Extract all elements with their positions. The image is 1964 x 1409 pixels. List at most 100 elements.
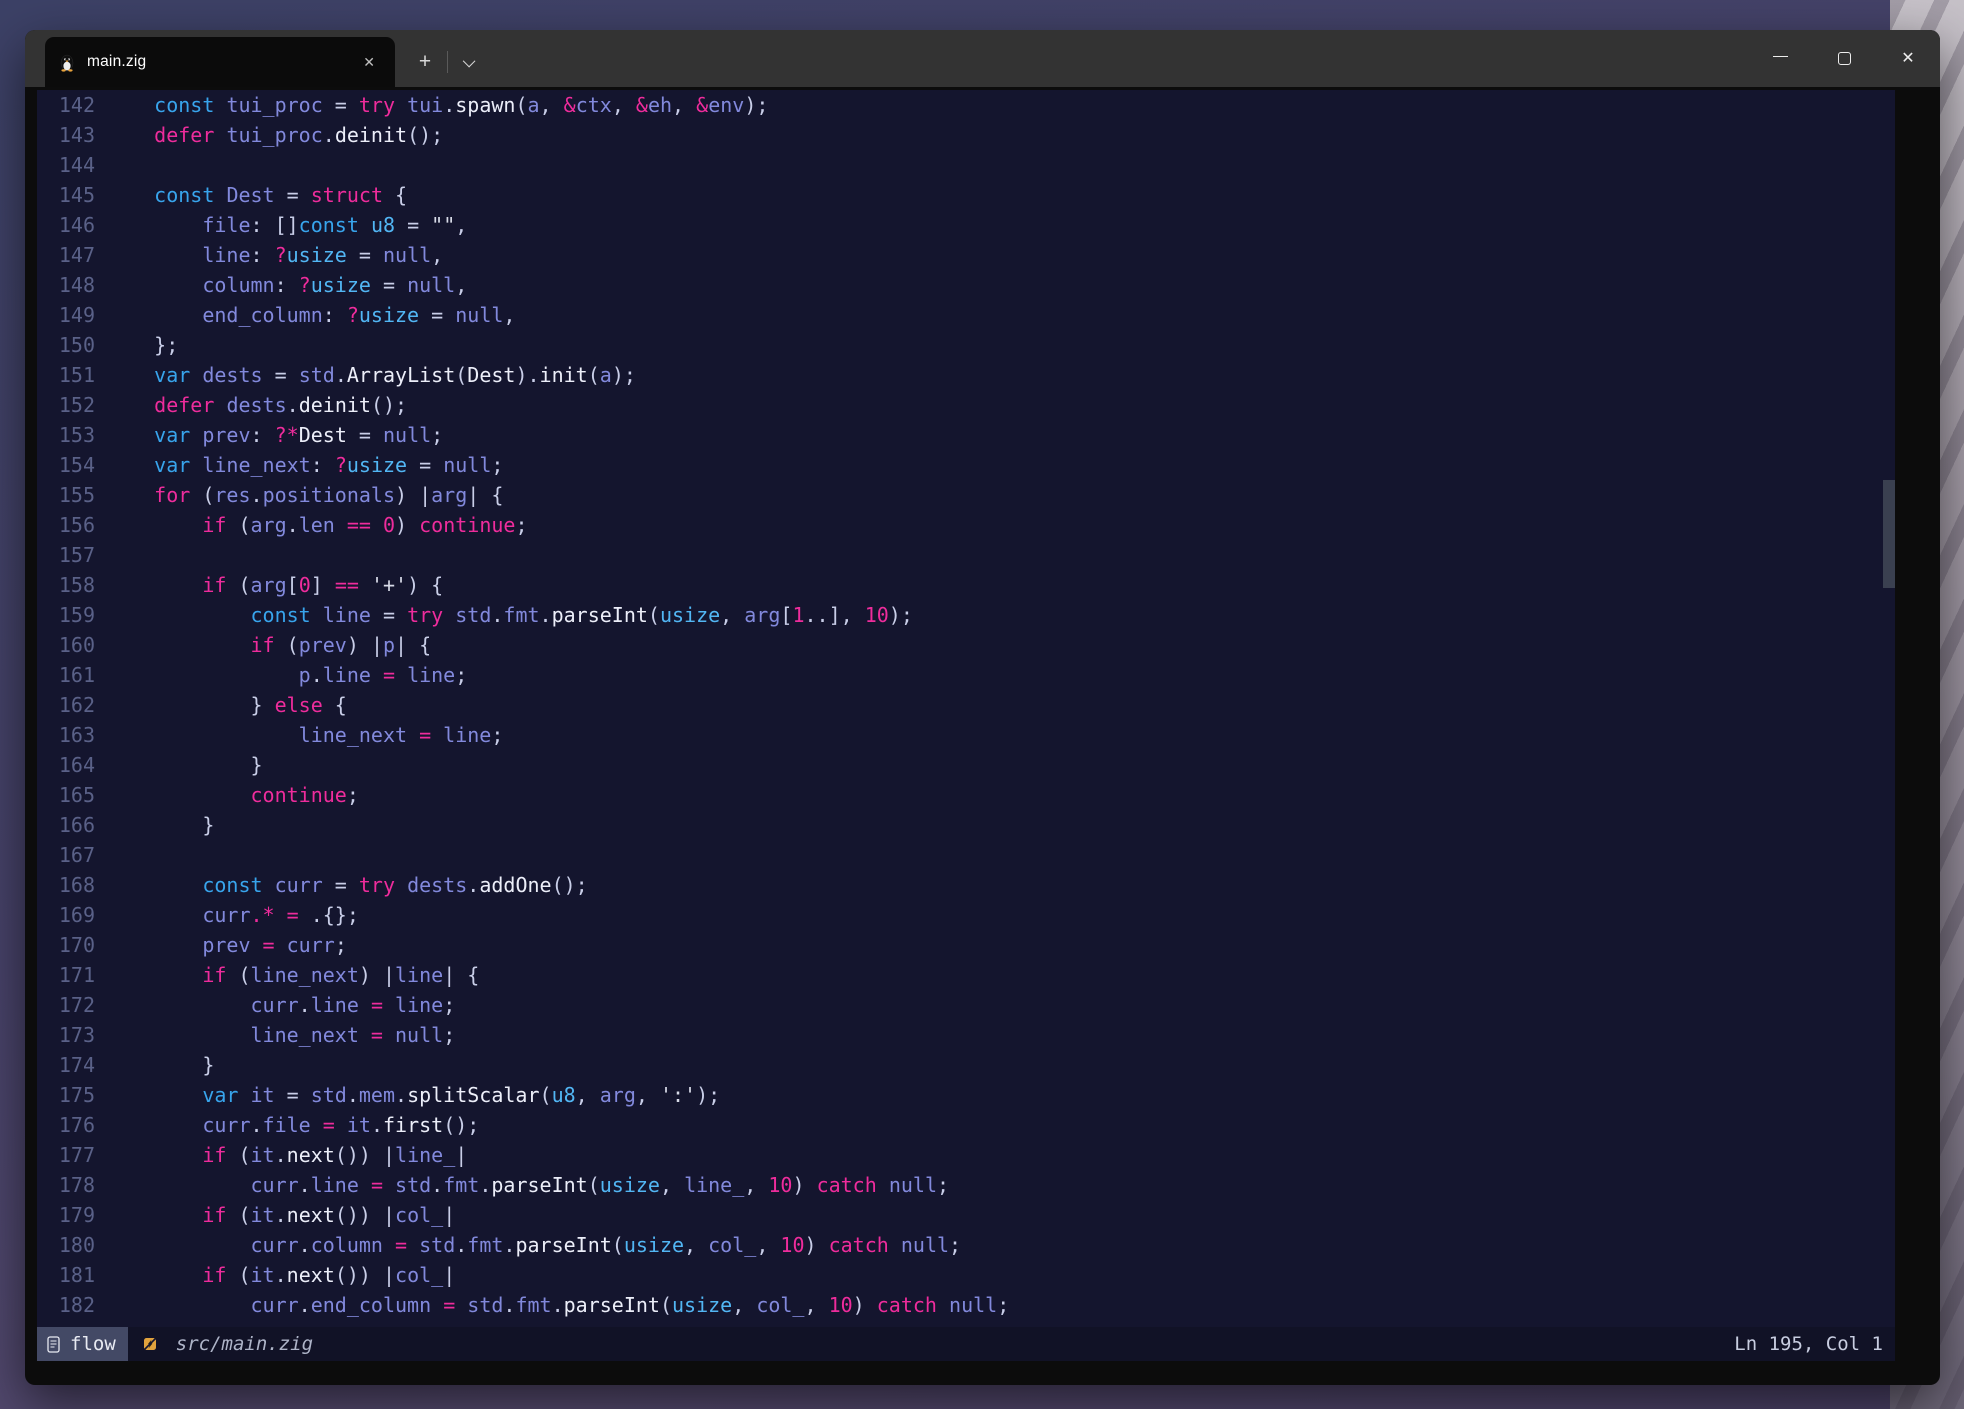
line-number: 144: [37, 150, 95, 180]
line-number: 166: [37, 810, 95, 840]
code-lines: 142 const tui_proc = try tui.spawn(a, &c…: [37, 90, 1895, 1320]
cursor-position[interactable]: Ln 195, Col 1: [1734, 1333, 1883, 1355]
code-line: 174 }: [37, 1050, 1895, 1080]
code-text: curr.file = it.first();: [95, 1110, 479, 1140]
line-number: 161: [37, 660, 95, 690]
tab-bar-separator: [447, 51, 448, 73]
chevron-down-icon: [462, 54, 475, 67]
code-line: 154 var line_next: ?usize = null;: [37, 450, 1895, 480]
code-text: }: [95, 750, 263, 780]
code-line: 160 if (prev) |p| {: [37, 630, 1895, 660]
code-text: if (it.next()) |col_|: [95, 1260, 455, 1290]
code-line: 146 file: []const u8 = "",: [37, 210, 1895, 240]
code-text: if (it.next()) |line_|: [95, 1140, 467, 1170]
code-text: column: ?usize = null,: [95, 270, 467, 300]
line-number: 145: [37, 180, 95, 210]
code-text: var it = std.mem.splitScalar(u8, arg, ':…: [95, 1080, 720, 1110]
line-number: 165: [37, 780, 95, 810]
code-text: [95, 150, 106, 180]
code-line: 177 if (it.next()) |line_|: [37, 1140, 1895, 1170]
code-text: curr.column = std.fmt.parseInt(usize, co…: [95, 1230, 961, 1260]
close-button[interactable]: ✕: [1876, 30, 1940, 87]
code-text: line_next = line;: [95, 720, 503, 750]
line-number: 151: [37, 360, 95, 390]
code-line: 175 var it = std.mem.splitScalar(u8, arg…: [37, 1080, 1895, 1110]
code-area[interactable]: 142 const tui_proc = try tui.spawn(a, &c…: [37, 90, 1895, 1327]
maximize-button[interactable]: [1812, 30, 1876, 87]
line-number: 175: [37, 1080, 95, 1110]
line-number: 168: [37, 870, 95, 900]
code-line: 172 curr.line = line;: [37, 990, 1895, 1020]
scrollbar-thumb[interactable]: [1883, 480, 1895, 588]
line-number: 154: [37, 450, 95, 480]
code-line: 145 const Dest = struct {: [37, 180, 1895, 210]
code-text: const Dest = struct {: [95, 180, 407, 210]
code-line: 181 if (it.next()) |col_|: [37, 1260, 1895, 1290]
code-line: 157: [37, 540, 1895, 570]
window-controls: ✕: [1748, 30, 1940, 87]
code-text: curr.* = .{};: [95, 900, 359, 930]
line-number: 182: [37, 1290, 95, 1320]
code-line: 168 const curr = try dests.addOne();: [37, 870, 1895, 900]
code-text: end_column: ?usize = null,: [95, 300, 515, 330]
line-number: 143: [37, 120, 95, 150]
line-number: 148: [37, 270, 95, 300]
flow-logo[interactable]: flow: [37, 1327, 128, 1361]
code-text: line: ?usize = null,: [95, 240, 443, 270]
line-number: 164: [37, 750, 95, 780]
code-text: const curr = try dests.addOne();: [95, 870, 588, 900]
line-number: 167: [37, 840, 95, 870]
line-number: 173: [37, 1020, 95, 1050]
editor-pane: 142 const tui_proc = try tui.spawn(a, &c…: [37, 90, 1895, 1361]
line-number: 174: [37, 1050, 95, 1080]
code-line: 176 curr.file = it.first();: [37, 1110, 1895, 1140]
titlebar: main.zig ✕ + ✕: [25, 30, 1940, 87]
code-text: curr.line = std.fmt.parseInt(usize, line…: [95, 1170, 949, 1200]
line-number: 172: [37, 990, 95, 1020]
line-number: 156: [37, 510, 95, 540]
tab-close-button[interactable]: ✕: [357, 52, 381, 73]
code-text: if (prev) |p| {: [95, 630, 431, 660]
code-line: 164 }: [37, 750, 1895, 780]
code-text: for (res.positionals) |arg| {: [95, 480, 503, 510]
line-number: 160: [37, 630, 95, 660]
notifications-muted-icon[interactable]: [142, 1336, 158, 1352]
code-line: 150 };: [37, 330, 1895, 360]
tab-main-zig[interactable]: main.zig ✕: [45, 37, 395, 87]
code-text: }: [95, 1050, 214, 1080]
code-text: defer tui_proc.deinit();: [95, 120, 443, 150]
code-text: defer dests.deinit();: [95, 390, 407, 420]
flow-app-icon: [47, 1336, 62, 1353]
code-text: file: []const u8 = "",: [95, 210, 467, 240]
line-number: 176: [37, 1110, 95, 1140]
code-line: 152 defer dests.deinit();: [37, 390, 1895, 420]
line-number: 147: [37, 240, 95, 270]
code-line: 144: [37, 150, 1895, 180]
code-line: 148 column: ?usize = null,: [37, 270, 1895, 300]
line-number: 177: [37, 1140, 95, 1170]
code-text: curr.line = line;: [95, 990, 455, 1020]
code-line: 166 }: [37, 810, 1895, 840]
code-line: 142 const tui_proc = try tui.spawn(a, &c…: [37, 90, 1895, 120]
minimize-button[interactable]: [1748, 30, 1812, 87]
code-line: 167: [37, 840, 1895, 870]
code-text: if (line_next) |line| {: [95, 960, 479, 990]
code-text: continue;: [95, 780, 359, 810]
code-line: 159 const line = try std.fmt.parseInt(us…: [37, 600, 1895, 630]
new-tab-button[interactable]: +: [407, 45, 443, 79]
line-number: 163: [37, 720, 95, 750]
code-line: 153 var prev: ?*Dest = null;: [37, 420, 1895, 450]
code-line: 171 if (line_next) |line| {: [37, 960, 1895, 990]
file-path[interactable]: src/main.zig: [176, 1333, 313, 1355]
line-number: 158: [37, 570, 95, 600]
code-line: 165 continue;: [37, 780, 1895, 810]
tux-icon: [59, 53, 75, 72]
code-line: 179 if (it.next()) |col_|: [37, 1200, 1895, 1230]
tab-dropdown-button[interactable]: [452, 45, 488, 79]
code-line: 147 line: ?usize = null,: [37, 240, 1895, 270]
line-number: 179: [37, 1200, 95, 1230]
line-number: 150: [37, 330, 95, 360]
app-name: flow: [70, 1333, 116, 1355]
code-text: line_next = null;: [95, 1020, 455, 1050]
code-line: 173 line_next = null;: [37, 1020, 1895, 1050]
